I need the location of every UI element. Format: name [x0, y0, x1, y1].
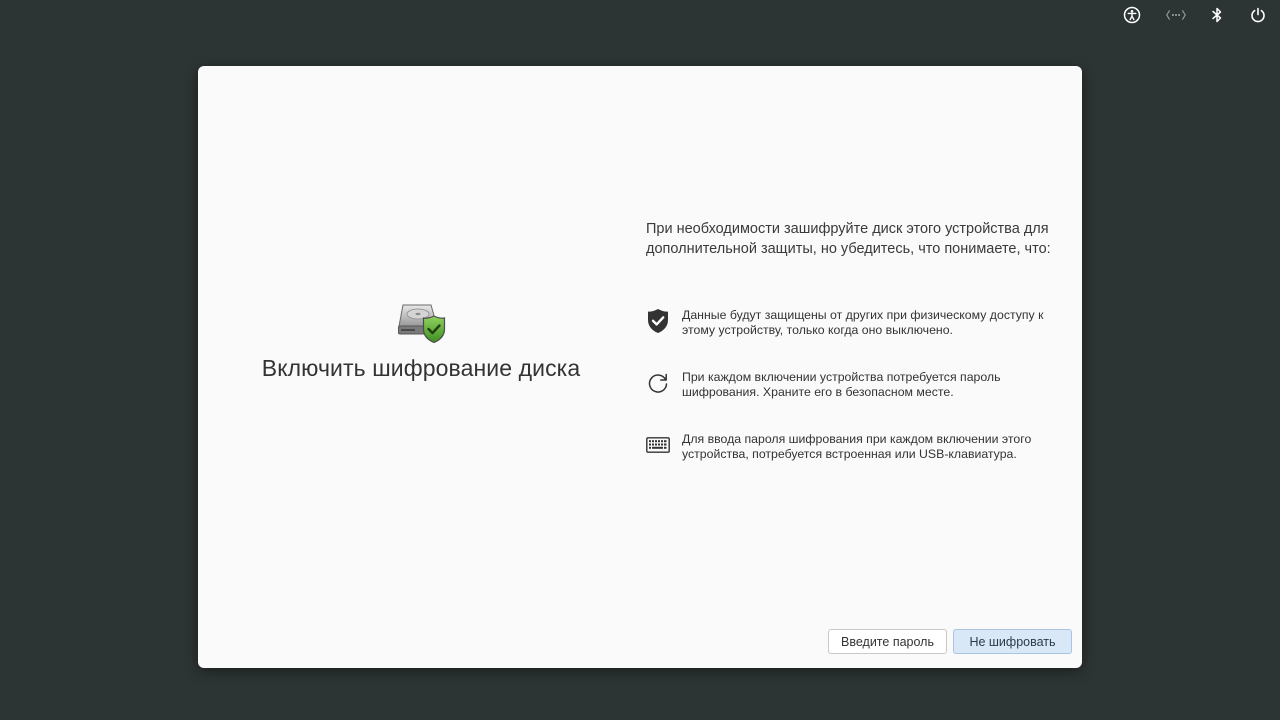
- disk-encryption-dialog: Включить шифрование диска При необходимо…: [198, 66, 1082, 668]
- top-panel: [0, 0, 1280, 30]
- list-item: Для ввода пароля шифрования при каждом в…: [646, 430, 1066, 470]
- list-item: Данные будут защищены от других при физи…: [646, 306, 1066, 346]
- power-icon[interactable]: [1248, 5, 1268, 25]
- intro-text: При необходимости зашифруйте диск этого …: [646, 221, 1051, 257]
- shield-check-icon: [646, 308, 670, 334]
- enter-password-button[interactable]: Введите пароль: [828, 629, 947, 654]
- encrypted-disk-icon: [397, 302, 449, 344]
- dont-encrypt-button[interactable]: Не шифровать: [953, 629, 1072, 654]
- dialog-header-column: Включить шифрование диска: [198, 66, 644, 668]
- list-item: При каждом включении устройства потребуе…: [646, 368, 1066, 408]
- point-text: При каждом включении устройства потребуе…: [682, 370, 1001, 399]
- refresh-icon: [646, 370, 670, 396]
- bluetooth-icon[interactable]: [1207, 5, 1227, 25]
- point-text: Данные будут защищены от других при физи…: [682, 308, 1044, 337]
- network-icon[interactable]: [1166, 5, 1186, 25]
- point-text: Для ввода пароля шифрования при каждом в…: [682, 432, 1032, 461]
- dialog-title: Включить шифрование диска: [261, 355, 581, 381]
- accessibility-icon[interactable]: [1122, 5, 1142, 25]
- keyboard-icon: [646, 432, 670, 458]
